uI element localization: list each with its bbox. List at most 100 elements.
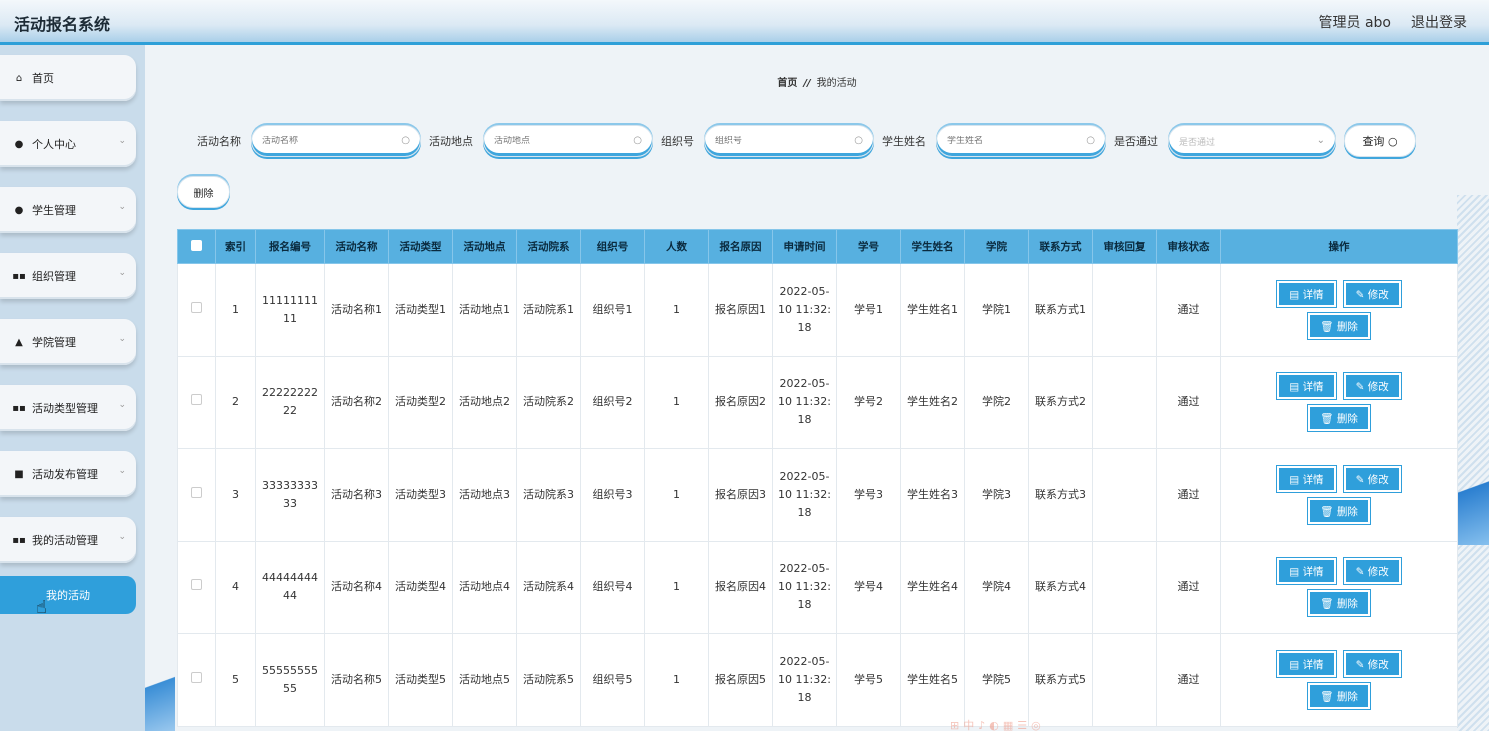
cell-college: 学院1 [964,263,1029,357]
cell-contact: 联系方式4 [1028,540,1093,634]
column-header: 操作 [1220,229,1458,264]
chevron-down-icon: ⌄ [118,334,126,344]
row-checkbox[interactable] [191,579,202,591]
query-label: 查询 [1362,135,1385,148]
row-select-cell[interactable] [177,355,216,449]
search-icon: ○ [1387,134,1398,148]
cell-student-name: 学生姓名1 [900,263,965,357]
main-content: 首页 // 我的活动 活动名称 ○ 活动地点 ○ 组织号 ○ 学生姓名 ○ 是否通过… [145,45,1489,731]
breadcrumb-home[interactable]: 首页 [777,78,797,89]
delete-label: 删除 [1336,690,1358,703]
trash-icon: 🗑 [1320,505,1337,518]
top-right-menu: 管理员 abo 退出登录 [1319,12,1467,32]
sidebar-item-colleges[interactable]: ▲ 学院管理 ⌄ [0,319,136,365]
column-header: 活动类型 [388,229,453,264]
cell-department: 活动院系1 [516,263,581,357]
student-name-input[interactable]: ○ [936,125,1106,157]
cell-department: 活动院系2 [516,355,581,449]
cell-status: 通过 [1156,355,1221,449]
sidebar-subitem-my-activity[interactable]: 我的活动 [0,576,136,614]
detail-button[interactable]: ▤ 详情 [1276,279,1337,308]
edit-icon: ✎ [1355,566,1368,579]
org-no-field[interactable] [715,136,845,146]
row-select-cell[interactable] [177,633,216,727]
row-checkbox[interactable] [191,301,202,313]
row-checkbox[interactable] [191,486,202,498]
cell-activity-name: 活动名称3 [324,448,389,542]
delete-button[interactable]: 🗑 删除 [1307,681,1371,710]
org-no-input[interactable]: ○ [704,125,874,157]
delete-button[interactable]: 🗑 删除 [1307,404,1371,433]
sidebar-item-my-activities[interactable]: ▪▪ 我的活动管理 ⌄ [0,517,136,563]
sidebar-item-activity-types[interactable]: ▪▪ 活动类型管理 ⌄ [0,385,136,431]
bulk-delete-button[interactable]: 删除 [177,176,230,208]
detail-button[interactable]: ▤ 详情 [1276,649,1337,678]
approved-select[interactable]: 是否通过 ⌄ [1168,125,1336,157]
detail-label: 详情 [1302,381,1324,394]
row-select-cell[interactable] [177,263,216,357]
sidebar-item-profile[interactable]: ● 个人中心 ⌄ [0,121,136,167]
grid-icon: ▪▪ [12,534,26,546]
column-header: 索引 [215,229,256,264]
edit-button[interactable]: ✎ 修改 [1342,279,1402,308]
query-button[interactable]: 查询 ○ [1344,125,1416,157]
chevron-down-icon: ⌄ [118,202,126,212]
cell-reply [1092,633,1157,727]
sidebar-item-home[interactable]: ⌂ 首页 [0,55,136,101]
row-actions: ▤ 详情 ✎ 修改 🗑 删除 [1220,263,1458,357]
activity-name-input[interactable]: ○ [251,125,421,157]
edit-button[interactable]: ✎ 修改 [1342,649,1402,678]
cell-reason: 报名原因3 [708,448,773,542]
cell-reply [1092,263,1157,357]
row-checkbox[interactable] [191,394,202,406]
sidebar-item-students[interactable]: ● 学生管理 ⌄ [0,187,136,233]
delete-button[interactable]: 🗑 删除 [1307,311,1371,340]
location-input[interactable]: ○ [483,125,653,157]
detail-button[interactable]: ▤ 详情 [1276,464,1337,493]
sidebar-item-orgs[interactable]: ▪▪ 组织管理 ⌄ [0,253,136,299]
sidebar-item-label: 学生管理 [32,204,76,217]
cell-student-no: 学号3 [836,448,901,542]
cell-status: 通过 [1156,540,1221,634]
location-field[interactable] [494,136,624,146]
detail-button[interactable]: ▤ 详情 [1276,557,1337,586]
select-all-cell[interactable] [177,229,216,264]
search-icon: ○ [401,135,410,146]
briefcase-icon: ■ [14,468,24,480]
edit-button[interactable]: ✎ 修改 [1342,557,1402,586]
watermark-toolbar: ⊞中♪◐▦☰◎ [950,719,1045,731]
activity-name-field[interactable] [262,136,392,146]
detail-button[interactable]: ▤ 详情 [1276,372,1337,401]
grid-icon: ▪▪ [12,402,26,414]
cell-org-no: 组织号2 [580,355,645,449]
row-select-cell[interactable] [177,540,216,634]
action-line: 🗑 删除 [1225,680,1453,712]
table-row: 5 5555555555 活动名称5 活动类型5 活动地点5 活动院系5 组织号5 1 报名原因… [177,633,1458,727]
row-select-cell[interactable] [177,448,216,542]
logout-link[interactable]: 退出登录 [1411,12,1467,32]
delete-button[interactable]: 🗑 删除 [1307,496,1371,525]
hand-cursor-icon: ☝ [36,597,47,618]
edit-button[interactable]: ✎ 修改 [1342,464,1402,493]
grid-icon: ▪▪ [12,270,26,282]
select-all-checkbox[interactable] [191,239,202,251]
breadcrumb-current: 我的活动 [816,78,857,89]
table-row: 3 3333333333 活动名称3 活动类型3 活动地点3 活动院系3 组织号3 1 报名原因… [177,448,1458,542]
delete-button[interactable]: 🗑 删除 [1307,589,1371,618]
admin-label[interactable]: 管理员 abo [1319,12,1391,32]
cell-activity-type: 活动类型5 [388,633,453,727]
sidebar-item-label: 学院管理 [32,336,76,349]
cell-apply-time: 2022-05-10 11:32:18 [772,633,837,727]
cell-college: 学院2 [964,355,1029,449]
chevron-down-icon: ⌄ [118,466,126,476]
action-line: ▤ 详情 ✎ 修改 [1225,278,1453,310]
row-checkbox[interactable] [191,671,202,683]
sidebar-item-activity-publish[interactable]: ■ 活动发布管理 ⌄ [0,451,136,497]
edit-button[interactable]: ✎ 修改 [1342,372,1402,401]
column-header: 审核状态 [1156,229,1221,264]
column-header: 活动名称 [324,229,389,264]
cell-student-no: 学号1 [836,263,901,357]
cell-college: 学院4 [964,540,1029,634]
student-name-field[interactable] [947,136,1077,146]
edit-icon: ✎ [1355,473,1368,486]
